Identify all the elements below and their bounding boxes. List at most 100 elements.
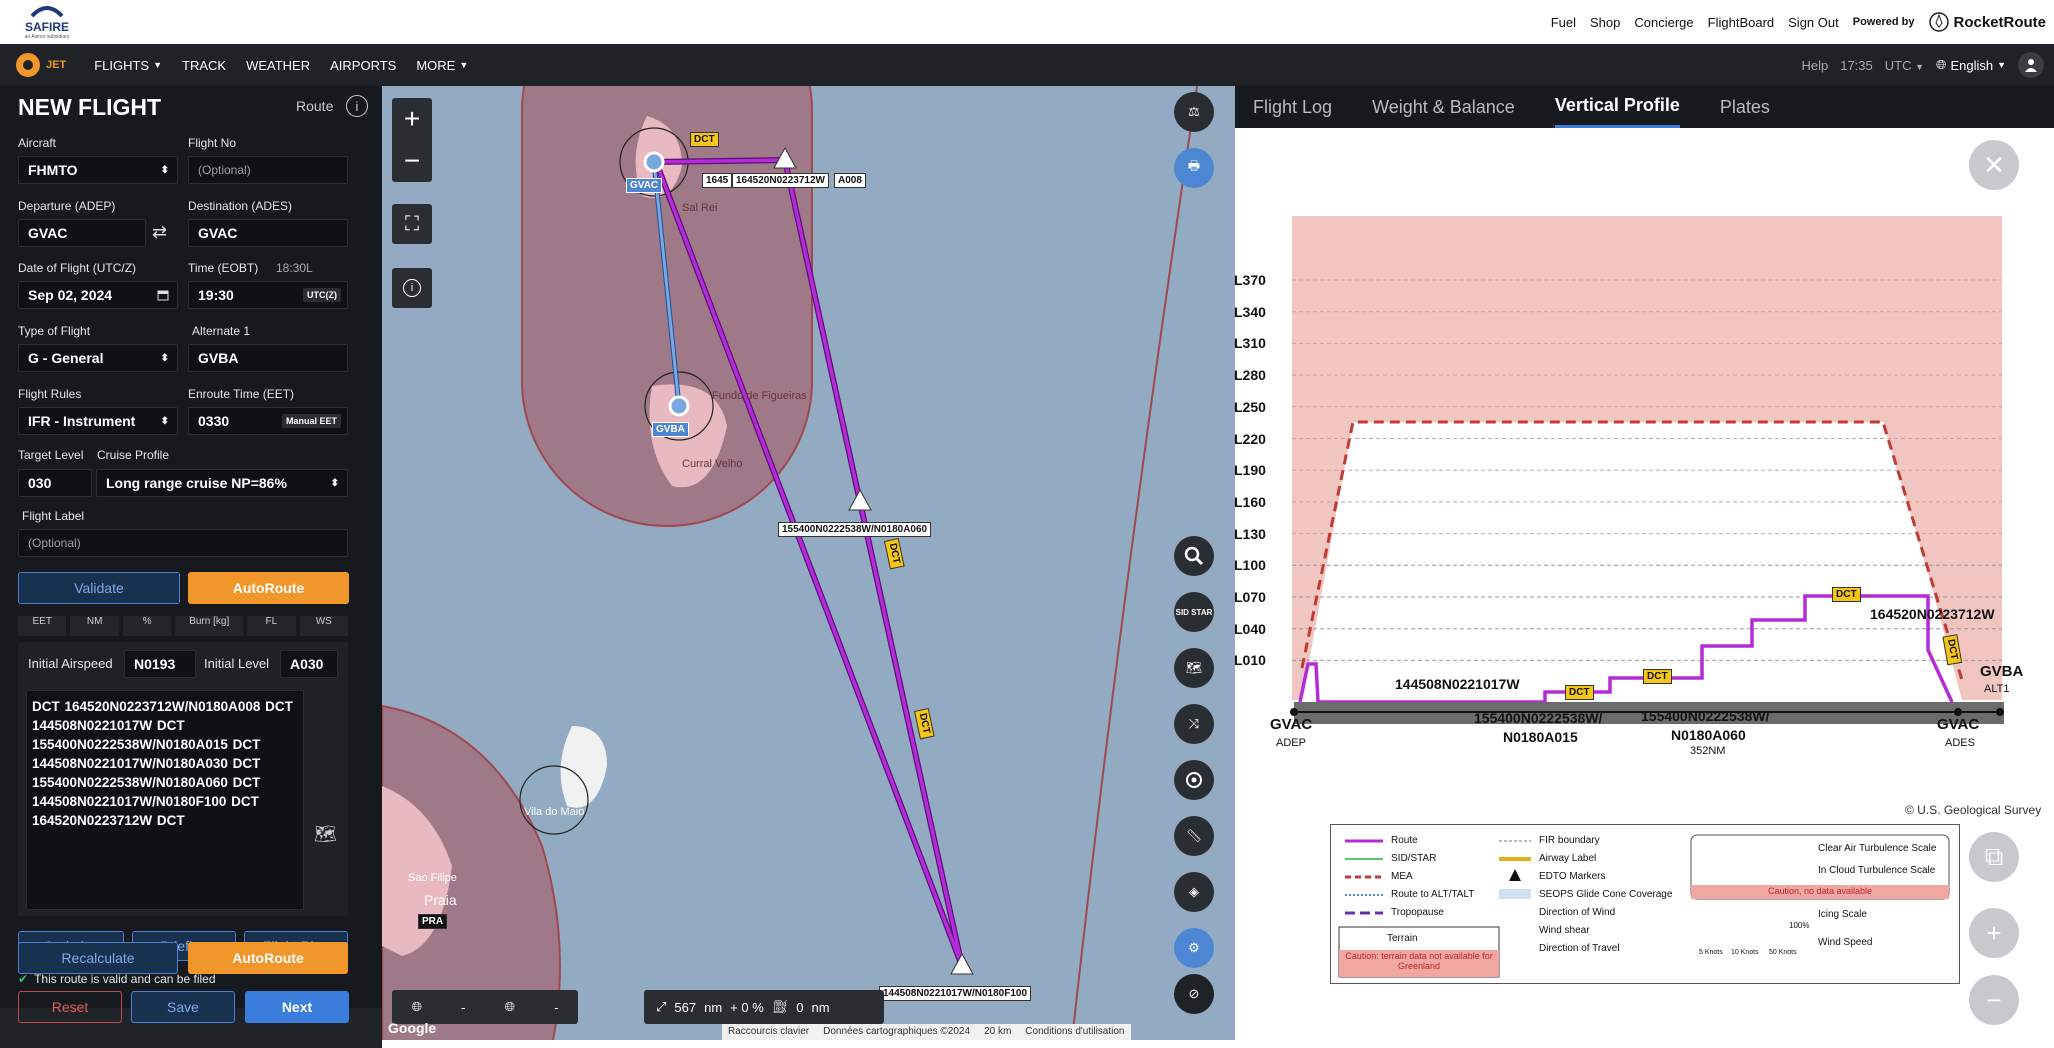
tab-vertical-profile[interactable]: Vertical Profile — [1554, 86, 1680, 128]
autoroute-button[interactable]: AutoRoute — [188, 572, 349, 604]
next-button[interactable]: Next — [245, 991, 349, 1023]
map-route-icon[interactable]: 🗺︎ — [314, 824, 337, 845]
reset-button[interactable]: Reset — [18, 991, 122, 1023]
help-link[interactable]: Help — [1801, 58, 1828, 73]
rocketroute-logo[interactable]: RocketRoute — [1928, 11, 2046, 33]
flight-label-input[interactable]: (Optional) — [18, 529, 348, 557]
legend-terrain: Terrain — [1387, 933, 1418, 944]
place-vila-maio: Vila do Maio — [524, 806, 585, 818]
map-layers-icon[interactable]: 🗺︎ — [1174, 648, 1214, 688]
zoom-in-profile-button[interactable]: + — [1969, 908, 2019, 958]
aircraft-select[interactable]: FHMTO ⬍ — [18, 156, 178, 184]
col-fl[interactable]: FL — [247, 616, 296, 636]
link-flightboard[interactable]: FlightBoard — [1708, 15, 1774, 30]
col-burn[interactable]: Burn [kg] — [175, 616, 244, 636]
col-nm[interactable]: NM — [70, 616, 119, 636]
nav-track[interactable]: TRACK — [182, 58, 226, 73]
route-map[interactable]: GVAC GVBA PRA DCT DCT DCT 1645 164520N02… — [382, 86, 1235, 1040]
link-sign-out[interactable]: Sign Out — [1788, 15, 1839, 30]
eet-input[interactable]: 0330 Manual EET — [188, 407, 348, 435]
autoroute-bottom-button[interactable]: AutoRoute — [188, 942, 348, 974]
rules-select[interactable]: IFR - Instrument ⬍ — [18, 407, 178, 435]
airspeed-input[interactable]: N0193 — [124, 650, 196, 678]
save-button[interactable]: Save — [131, 991, 235, 1023]
timezone-select[interactable]: UTC ▼ — [1885, 58, 1924, 73]
destination-input[interactable]: GVAC — [188, 219, 348, 247]
timezone-label: UTC — [1884, 57, 1912, 73]
route-tab-label[interactable]: Route — [296, 98, 333, 114]
attribution-terms[interactable]: Conditions d'utilisation — [1025, 1026, 1124, 1038]
gvac-airport-icon[interactable] — [643, 151, 665, 173]
route-icon[interactable]: ⤨ — [1174, 704, 1214, 744]
open-external-icon[interactable]: ⧉ — [1969, 832, 2019, 882]
nav-airports[interactable]: AIRPORTS — [330, 58, 396, 73]
utc-badge[interactable]: UTC(Z) — [303, 288, 341, 302]
pra-map-label[interactable]: PRA — [418, 914, 448, 929]
route-textarea[interactable]: DCT 164520N0223712W/N0180A008 DCT 144508… — [26, 690, 304, 910]
link-shop[interactable]: Shop — [1590, 15, 1620, 30]
attribution-scale: 20 km — [984, 1026, 1012, 1037]
settings-gear-icon[interactable]: ⚙ — [1174, 928, 1214, 968]
sid-star-button[interactable]: SID STAR — [1174, 592, 1214, 632]
gvba-map-label[interactable]: GVBA — [652, 422, 689, 437]
safire-logo[interactable]: SAFIRE an Avinor subsidiary — [4, 2, 90, 42]
recalculate-button[interactable]: Recalculate — [18, 942, 178, 974]
zoom-out-button[interactable]: − — [392, 140, 432, 182]
tab-weight-balance[interactable]: Weight & Balance — [1372, 86, 1515, 128]
tab-plates[interactable]: Plates — [1720, 86, 1770, 128]
waypoint-marker-3[interactable] — [950, 952, 974, 975]
swap-icon[interactable]: ⇄ — [152, 222, 167, 243]
hide-eye-icon[interactable]: ⊘ — [1174, 974, 1214, 1014]
updown-icon: ⬍ — [160, 164, 169, 176]
tab-flight-log[interactable]: Flight Log — [1253, 86, 1332, 128]
close-icon[interactable]: ✕ — [1969, 140, 2019, 190]
ruler-icon[interactable]: 📏︎ — [1174, 816, 1214, 856]
initial-level-input[interactable]: A030 — [280, 650, 338, 678]
cruise-profile-select[interactable]: Long range cruise NP=86% ⬍ — [96, 469, 348, 497]
jet-logo[interactable]: JET — [14, 51, 66, 79]
col-pct[interactable]: % — [122, 616, 172, 636]
globe-icon[interactable]: 🌐︎ — [412, 999, 422, 1015]
distance-unit: nm — [704, 999, 723, 1015]
info-icon[interactable]: i — [346, 95, 368, 117]
type-select[interactable]: G - General ⬍ — [18, 344, 178, 372]
level-label-L130: L130 — [1234, 525, 1266, 542]
check-icon: ✔ — [18, 972, 29, 986]
col-eet[interactable]: EET — [18, 616, 67, 636]
rocket-icon — [1929, 12, 1950, 32]
user-avatar[interactable] — [2018, 52, 2044, 78]
col-ws[interactable]: WS — [299, 616, 348, 636]
balance-icon[interactable]: ⚖ — [1174, 92, 1214, 132]
language-select[interactable]: 🌐︎ English ▼ — [1936, 57, 2006, 73]
flight-label-label: Flight Label — [22, 509, 85, 523]
time-value: 19:30 — [198, 287, 234, 303]
manual-eet-badge[interactable]: Manual EET — [281, 414, 341, 428]
layers-icon[interactable]: ◈ — [1174, 872, 1214, 912]
zoom-out-profile-button[interactable]: − — [1969, 975, 2019, 1025]
departure-input[interactable]: GVAC — [18, 219, 146, 247]
fullscreen-icon[interactable]: ⛶ — [392, 204, 432, 244]
target-level-input[interactable]: 030 — [18, 469, 92, 497]
aircraft-layer-icon[interactable]: 🖶︎ — [1174, 148, 1214, 188]
flightno-input[interactable]: (Optional) — [188, 156, 348, 184]
zoom-in-button[interactable]: + — [392, 98, 432, 140]
search-icon[interactable] — [1174, 536, 1214, 576]
legend-sidstar: SID/STAR — [1391, 853, 1437, 864]
alternate-input[interactable]: GVBA — [188, 344, 348, 372]
nav-more[interactable]: MORE ▼ — [416, 58, 468, 73]
date-input[interactable]: Sep 02, 2024 — [18, 281, 178, 309]
time-input[interactable]: 19:30 UTC(Z) — [188, 281, 348, 309]
validate-button[interactable]: Validate — [18, 572, 180, 604]
map-info-button[interactable]: i — [392, 268, 432, 308]
nav-flights-label: FLIGHTS — [94, 57, 150, 73]
attribution-shortcuts[interactable]: Raccourcis clavier — [728, 1026, 809, 1038]
location-target-icon[interactable] — [1174, 760, 1214, 800]
nav-flights[interactable]: FLIGHTS ▼ — [94, 58, 162, 73]
link-concierge[interactable]: Concierge — [1634, 15, 1693, 30]
nav-weather[interactable]: WEATHER — [246, 58, 310, 73]
globe-icon-2[interactable]: 🌐︎ — [505, 999, 515, 1015]
gvac-map-label[interactable]: GVAC — [626, 178, 663, 193]
link-fuel[interactable]: Fuel — [1551, 15, 1576, 30]
waypoint-marker-2[interactable] — [848, 488, 872, 511]
gvba-airport-icon[interactable] — [668, 395, 690, 417]
